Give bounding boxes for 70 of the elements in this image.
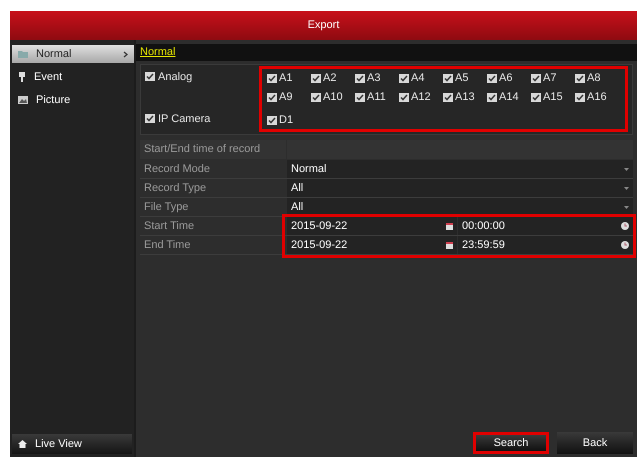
channel-label: A12 [411, 90, 431, 106]
channel-label: A15 [543, 90, 563, 106]
chevron-icon [123, 50, 128, 58]
checkbox[interactable] [355, 93, 365, 102]
checkbox[interactable] [145, 114, 155, 123]
field-label: Record Mode [143, 162, 212, 177]
sidebar-item[interactable]: Normal [12, 45, 134, 63]
time-field[interactable]: 23:59:59 [458, 236, 633, 254]
checkbox[interactable] [399, 93, 409, 102]
channel-label: A14 [499, 90, 519, 106]
folder-icon [18, 50, 28, 58]
section-title: Normal [140, 45, 176, 60]
caret-icon [624, 186, 629, 190]
caret-icon [624, 206, 629, 208]
clock-icon [621, 241, 629, 249]
channel-label: A13 [455, 90, 475, 106]
checkbox[interactable] [311, 74, 321, 83]
form-section-label: Start/End time of record [140, 140, 286, 159]
checkbox[interactable] [267, 93, 277, 102]
checkbox[interactable] [399, 74, 409, 83]
dropdown[interactable]: Normal [287, 160, 633, 178]
checkbox[interactable] [575, 93, 585, 102]
checkbox[interactable] [487, 93, 497, 102]
checkbox[interactable] [531, 93, 541, 102]
image-icon [18, 96, 28, 104]
calendar-icon [446, 242, 453, 248]
action-button[interactable]: Search [473, 432, 549, 454]
calendar-icon [446, 222, 453, 230]
action-button[interactable]: Back [557, 432, 633, 454]
checkbox[interactable] [145, 72, 155, 81]
channel-label: D1 [279, 113, 294, 128]
channel-label: A5 [455, 71, 468, 86]
dropdown[interactable]: All [287, 179, 633, 197]
checkbox[interactable] [311, 93, 321, 102]
channel-label: A10 [323, 90, 343, 106]
checkbox[interactable] [267, 116, 277, 125]
field-label: End Time [143, 238, 192, 253]
caret-icon [624, 168, 629, 170]
field-label: Start Time [143, 218, 196, 234]
sidebar-item[interactable]: Event [12, 68, 134, 86]
channel-label: A6 [499, 71, 512, 86]
channel-group-label: Analog [158, 72, 192, 83]
field-label: Record Type [143, 180, 208, 196]
checkbox[interactable] [531, 74, 541, 83]
home-icon [18, 440, 27, 448]
channel-label: A4 [411, 71, 424, 86]
date-field[interactable]: 2015-09-22 [287, 217, 457, 235]
checkbox[interactable] [355, 74, 365, 83]
window-title: Export [10, 11, 637, 40]
channel-label: A2 [323, 71, 336, 86]
channel-label: A7 [543, 71, 556, 86]
checkbox[interactable] [487, 74, 497, 83]
checkbox[interactable] [575, 74, 585, 83]
time-field[interactable]: 00:00:00 [458, 217, 633, 235]
field-label: File Type [143, 200, 190, 215]
channel-label: A11 [367, 90, 386, 106]
checkbox[interactable] [443, 74, 453, 83]
live-view-button[interactable]: Live View [12, 434, 132, 454]
checkbox[interactable] [443, 93, 453, 102]
clock-icon [621, 222, 629, 230]
checkbox[interactable] [267, 74, 277, 83]
pin-icon [18, 72, 26, 82]
date-field[interactable]: 2015-09-22 [287, 236, 457, 254]
channel-label: A16 [587, 90, 607, 106]
channel-group-label: IP Camera [158, 114, 210, 125]
channel-label: A9 [279, 90, 292, 106]
sidebar-item[interactable]: Picture [12, 91, 134, 109]
channel-label: A3 [367, 71, 380, 86]
channel-label: A1 [279, 71, 292, 86]
channel-label: A8 [587, 71, 600, 86]
